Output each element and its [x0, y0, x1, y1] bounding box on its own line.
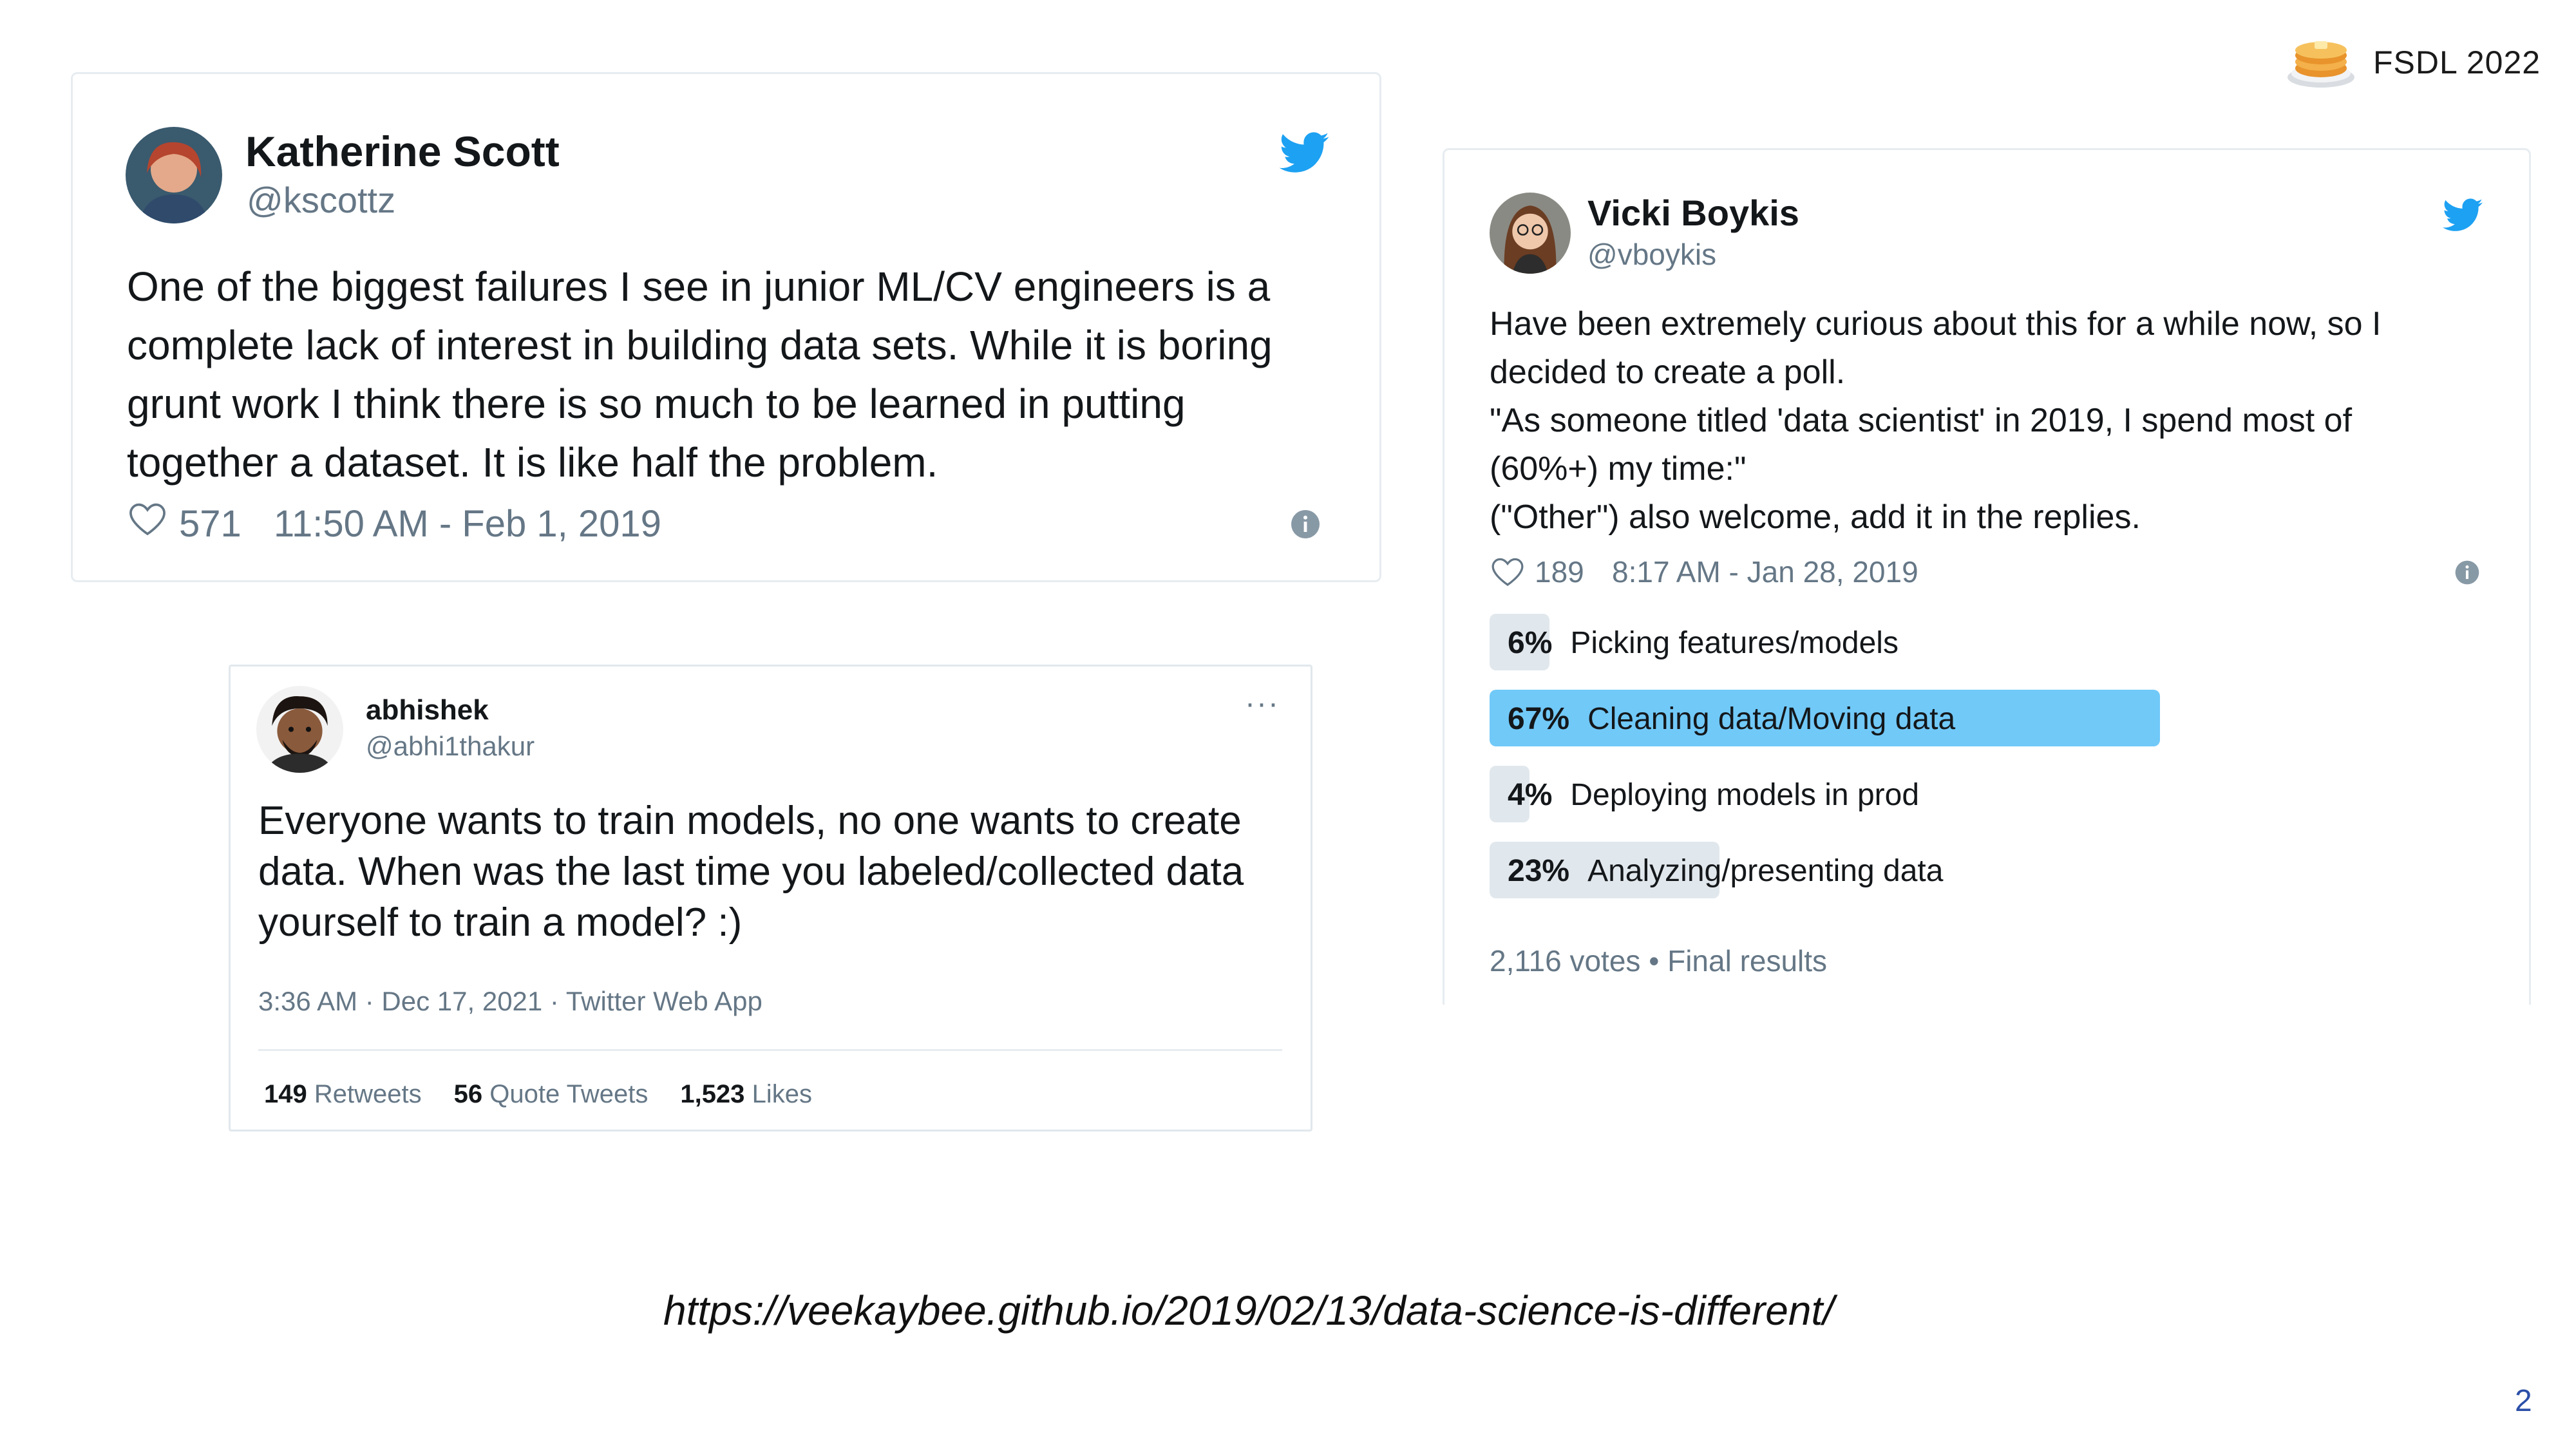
tweet-card-abhi1thakur[interactable]: abhishek @abhi1thakur ··· Everyone wants… — [229, 665, 1312, 1132]
author-handle[interactable]: @vboykis — [1587, 237, 1716, 272]
poll-label: Cleaning data/Moving data — [1587, 702, 1956, 736]
avatar[interactable] — [256, 686, 343, 773]
tweet-text-line: Have been extremely curious about this f… — [1490, 305, 2382, 343]
tweet-text-line: decided to create a poll. — [1490, 354, 1846, 391]
twitter-bird-icon[interactable] — [1279, 132, 1329, 173]
likes-label: Likes — [752, 1080, 812, 1108]
likes-stat[interactable]: 1,523 Likes — [680, 1080, 812, 1108]
author-name[interactable]: Katherine Scott — [245, 127, 560, 176]
pancake-logo-icon — [2285, 31, 2357, 90]
author-name[interactable]: Vicki Boykis — [1587, 192, 1799, 234]
poll-label: Picking features/models — [1570, 626, 1899, 660]
tweet-text: One of the biggest failures I see in jun… — [127, 263, 1273, 486]
event-label: FSDL 2022 — [2373, 44, 2541, 80]
source-url[interactable]: https://veekaybee.github.io/2019/02/13/d… — [663, 1287, 1834, 1334]
tweet-text: Everyone wants to train models, no one w… — [258, 799, 1244, 945]
tweet-stats: 149 Retweets 56 Quote Tweets 1,523 Likes — [264, 1080, 812, 1109]
tweet-timestamp[interactable]: 8:17 AM - Jan 28, 2019 — [1612, 554, 1918, 589]
poll-percent: 4% — [1508, 778, 1553, 812]
author-handle[interactable]: @kscottz — [247, 179, 395, 221]
heart-icon[interactable] — [1490, 553, 1526, 589]
retweets-count: 149 — [264, 1080, 307, 1108]
like-count: 571 — [179, 503, 242, 545]
like-count: 189 — [1535, 555, 1584, 589]
author-name[interactable]: abhishek — [366, 694, 489, 726]
tweet-text-line: ("Other") also welcome, add it in the re… — [1490, 498, 2141, 536]
tweet-text: Have been extremely curious about this f… — [1490, 300, 2514, 542]
poll-percent: 6% — [1508, 626, 1553, 660]
heart-icon[interactable] — [127, 498, 168, 539]
retweets-label: Retweets — [314, 1080, 422, 1108]
author-handle[interactable]: @abhi1thakur — [366, 731, 535, 762]
likes-count: 1,523 — [680, 1080, 745, 1108]
quotes-count: 56 — [453, 1080, 483, 1108]
poll-percent: 23% — [1508, 854, 1570, 888]
avatar[interactable] — [126, 127, 222, 223]
poll-label: Deploying models in prod — [1570, 778, 1920, 812]
quotes-stat[interactable]: 56 Quote Tweets — [454, 1080, 649, 1108]
twitter-bird-icon[interactable] — [2443, 198, 2483, 232]
quotes-label: Quote Tweets — [489, 1080, 649, 1108]
poll-percent: 67% — [1508, 702, 1570, 736]
retweets-stat[interactable]: 149 Retweets — [264, 1080, 422, 1108]
tweet-timestamp[interactable]: 11:50 AM - Feb 1, 2019 — [274, 502, 661, 545]
more-options-icon[interactable]: ··· — [1245, 686, 1280, 721]
tweet-card-vboykis[interactable]: Vicki Boykis @vboykis Have been extremel… — [1443, 148, 2531, 1005]
poll-votes: 2,116 votes • Final results — [1490, 944, 1828, 978]
page-number: 2 — [2515, 1384, 2532, 1418]
info-icon[interactable] — [1290, 509, 1321, 540]
tweet-card-kscottz[interactable]: Katherine Scott @kscottz One of the bigg… — [71, 72, 1381, 582]
avatar[interactable] — [1490, 193, 1571, 274]
tweet-text-line: "As someone titled 'data scientist' in 2… — [1490, 402, 2353, 439]
poll-label: Analyzing/presenting data — [1587, 854, 1944, 888]
info-icon[interactable] — [2454, 560, 2480, 585]
divider — [258, 1049, 1282, 1051]
tweet-text-line: (60%+) my time:" — [1490, 450, 1747, 488]
tweet-meta[interactable]: 3:36 AM · Dec 17, 2021 · Twitter Web App — [258, 986, 762, 1017]
